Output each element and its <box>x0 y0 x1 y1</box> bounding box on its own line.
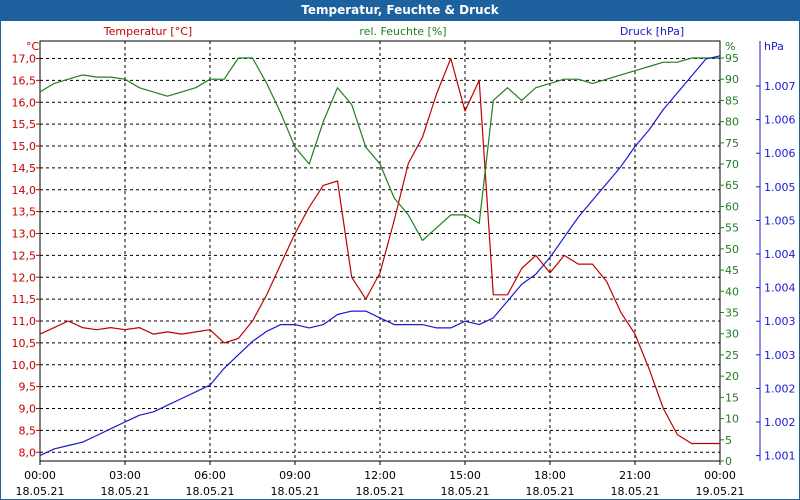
x-tick-date: 18.05.21 <box>441 485 490 498</box>
x-tick-time: 06:00 <box>194 469 226 482</box>
humidity-tick-label: 80 <box>725 116 739 129</box>
humidity-tick-label: 95 <box>725 52 739 65</box>
humidity-tick-label: 5 <box>725 434 732 447</box>
temperature-tick-label: 15,0 <box>12 140 37 153</box>
x-tick-time: 21:00 <box>619 469 651 482</box>
humidity-tick-label: 10 <box>725 413 739 426</box>
humidity-tick-label: 0 <box>725 455 732 468</box>
temperature-tick-label: 13,5 <box>12 206 37 219</box>
humidity-tick-label: 60 <box>725 200 739 213</box>
temperature-tick-label: 10,5 <box>12 337 37 350</box>
pressure-tick-label: 1.004 <box>764 282 796 295</box>
pressure-tick-label: 1.006 <box>764 114 796 127</box>
humidity-tick-label: 85 <box>725 94 739 107</box>
temperature-tick-label: 15,5 <box>12 118 37 131</box>
x-tick-date: 18.05.21 <box>611 485 660 498</box>
pressure-tick-label: 1.001 <box>764 450 796 463</box>
grid <box>39 40 721 462</box>
pressure-tick-label: 1.002 <box>764 416 796 429</box>
pressure-tick-label: 1.003 <box>764 349 796 362</box>
temperature-tick-label: 12,5 <box>12 249 37 262</box>
humidity-tick-label: 50 <box>725 243 739 256</box>
pressure-tick-label: 1.004 <box>764 248 796 261</box>
pressure-axis-title: Druck [hPa] <box>620 25 684 38</box>
humidity-tick-label: 90 <box>725 73 739 86</box>
humidity-tick-label: 30 <box>725 328 739 341</box>
pressure-tick-label: 1.003 <box>764 315 796 328</box>
humidity-tick-label: 20 <box>725 370 739 383</box>
humidity-tick-label: 45 <box>725 264 739 277</box>
x-tick-time: 15:00 <box>449 469 481 482</box>
pressure-tick-label: 1.002 <box>764 382 796 395</box>
x-tick-time: 18:00 <box>534 469 566 482</box>
humidity-unit-label: % <box>725 40 735 53</box>
x-tick-date: 18.05.21 <box>526 485 575 498</box>
pressure-unit-label: hPa <box>764 40 784 53</box>
humidity-axis-title: rel. Feuchte [%] <box>359 25 446 38</box>
x-tick-date: 18.05.21 <box>356 485 405 498</box>
humidity-tick-label: 35 <box>725 307 739 320</box>
temperature-tick-label: 14,5 <box>12 162 37 175</box>
axes: 00:00 18.05.21 03:00 18.05.21 06:00 18.05.21 0… <box>12 41 796 498</box>
chart-svg: 00:00 18.05.21 03:00 18.05.21 06:00 18.05.21 0… <box>12 25 796 498</box>
pressure-tick-label: 1.005 <box>764 214 796 227</box>
temperature-tick-label: 10,0 <box>12 359 37 372</box>
x-tick-date: 18.05.21 <box>16 485 65 498</box>
x-tick-time: 00:00 <box>24 469 56 482</box>
temperature-tick-label: 16,5 <box>12 74 37 87</box>
temperature-tick-label: 8,5 <box>19 424 37 437</box>
humidity-tick-label: 75 <box>725 137 739 150</box>
x-tick-date: 18.05.21 <box>186 485 235 498</box>
humidity-tick-label: 15 <box>725 391 739 404</box>
temperature-tick-label: 11,0 <box>12 315 37 328</box>
humidity-tick-label: 70 <box>725 158 739 171</box>
temperature-tick-label: 14,0 <box>12 184 37 197</box>
temperature-unit-label: °C <box>26 40 40 53</box>
temperature-tick-label: 9,0 <box>19 403 37 416</box>
x-tick-time: 09:00 <box>279 469 311 482</box>
temperature-tick-label: 16,0 <box>12 96 37 109</box>
humidity-tick-label: 55 <box>725 222 739 235</box>
x-tick-date: 18.05.21 <box>271 485 320 498</box>
pressure-tick-label: 1.006 <box>764 147 796 160</box>
temperature-tick-label: 12,0 <box>12 271 37 284</box>
humidity-tick-label: 65 <box>725 179 739 192</box>
pressure-tick-label: 1.005 <box>764 181 796 194</box>
temperature-tick-label: 17,0 <box>12 53 37 66</box>
temperature-tick-label: 8,0 <box>19 446 37 459</box>
humidity-tick-label: 40 <box>725 285 739 298</box>
temperature-tick-label: 9,5 <box>19 381 37 394</box>
x-tick-date: 18.05.21 <box>101 485 150 498</box>
x-tick-date: 19.05.21 <box>696 485 745 498</box>
humidity-tick-label: 25 <box>725 349 739 362</box>
temperature-tick-label: 13,0 <box>12 228 37 241</box>
temperature-axis-title: Temperatur [°C] <box>103 25 192 38</box>
temperature-tick-label: 11,5 <box>12 293 37 306</box>
x-tick-time: 12:00 <box>364 469 396 482</box>
x-tick-time: 03:00 <box>109 469 141 482</box>
x-tick-time: 00:00 <box>704 469 736 482</box>
pressure-tick-label: 1.007 <box>764 80 796 93</box>
